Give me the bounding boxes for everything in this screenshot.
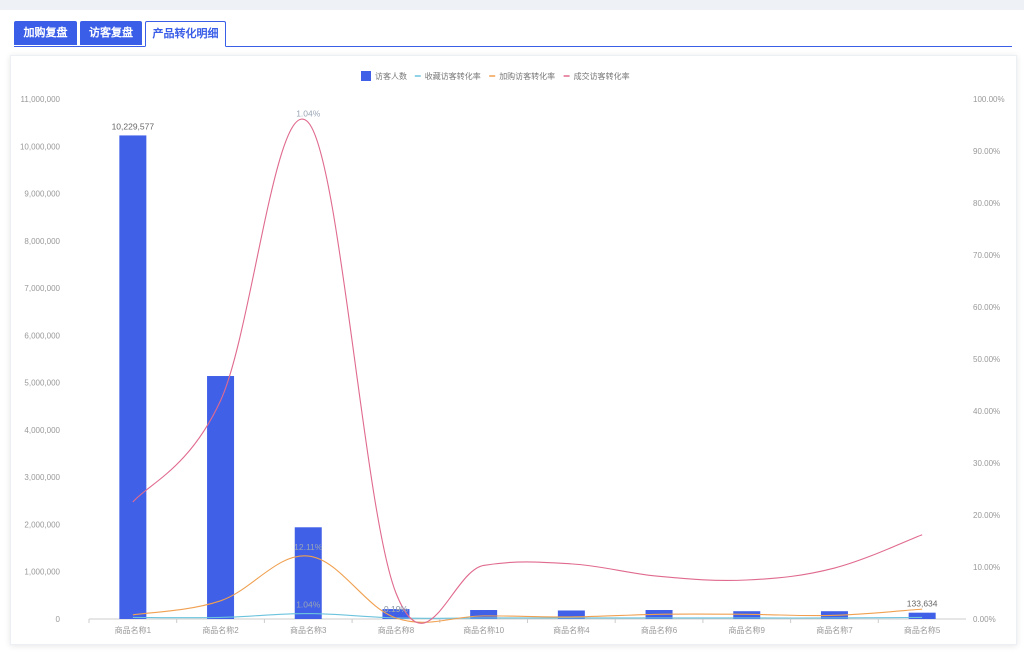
y-left-tick-label: 11,000,000 <box>21 95 61 104</box>
bar-series <box>119 135 936 620</box>
legend-swatch <box>361 71 371 81</box>
y-left-tick-label: 6,000,000 <box>24 331 60 340</box>
axes: 0 1,000,000 2,000,000 3,000,000 4,000,000 5,0… <box>20 95 1005 635</box>
combo-chart: 0 1,000,000 2,000,000 3,000,000 4,000,000 5,0… <box>20 71 1005 635</box>
legend[interactable]: 访客人数 收藏访客转化率 加购访客转化率 成交访客转化率 <box>361 71 630 81</box>
y-left-tick-label: 10,000,000 <box>20 142 61 151</box>
x-tick-label: 商品名称4 <box>553 625 590 635</box>
y-right-tick-label: 40.00% <box>973 407 1000 416</box>
x-tick-label: 商品名称7 <box>816 625 853 635</box>
bar <box>207 376 235 619</box>
y-right-tick-label: 0.00% <box>973 615 996 624</box>
y-left-tick-label: 1,000,000 <box>24 568 60 577</box>
chart-panel: 0 1,000,000 2,000,000 3,000,000 4,000,000 5,0… <box>10 55 1017 645</box>
data-label: 10,229,577 <box>112 121 155 131</box>
data-labels: 10,229,577133,6341.04%12.11%1.04% 0.19%0.… <box>112 108 938 614</box>
y-left-tick-label: 3,000,000 <box>24 473 60 482</box>
legend-label: 加购访客转化率 <box>499 71 555 81</box>
y-left-tick-label: 9,000,000 <box>24 190 60 199</box>
x-tick-label: 商品名称9 <box>729 625 766 635</box>
y-right-tick-label: 60.00% <box>973 303 1000 312</box>
line-series <box>132 118 923 624</box>
y-left-tick-label: 2,000,000 <box>24 520 60 529</box>
y-right-tick-label: 20.00% <box>973 511 1000 520</box>
tab-visitor-review[interactable]: 访客复盘 <box>80 21 142 45</box>
y-left-tick-label: 7,000,000 <box>24 284 60 293</box>
y-right-tick-label: 90.00% <box>973 147 1000 156</box>
y-right-tick-label: 70.00% <box>973 251 1000 260</box>
y-right-tick-label: 50.00% <box>973 355 1000 364</box>
data-label: 1.04% <box>296 600 321 610</box>
data-label: 12.11% <box>294 542 323 552</box>
data-label: 0.19% <box>384 604 409 614</box>
y-right-tick-label: 30.00% <box>973 459 1000 468</box>
y-right-tick-label: 80.00% <box>973 199 1000 208</box>
tab-bar: 加购复盘 访客复盘 产品转化明细 <box>14 21 1012 47</box>
bar <box>908 612 936 619</box>
x-tick-label: 商品名称8 <box>378 625 415 635</box>
y-left-tick-label: 5,000,000 <box>24 379 60 388</box>
data-label: 1.04% <box>296 108 321 118</box>
legend-label: 访客人数 <box>375 71 407 81</box>
y-left-tick-label: 0 <box>56 615 61 624</box>
tab-cart-review[interactable]: 加购复盘 <box>14 21 77 45</box>
y-left-tick-label: 4,000,000 <box>24 426 60 435</box>
bar <box>119 135 147 620</box>
data-label: 133,634 <box>907 599 938 609</box>
series-line <box>132 118 923 624</box>
legend-label: 收藏访客转化率 <box>425 71 481 81</box>
page: 加购复盘 访客复盘 产品转化明细 0 1,000,000 2,000,000 3,00… <box>0 10 1024 654</box>
legend-label: 成交访客转化率 <box>574 71 630 81</box>
x-tick-label: 商品名称5 <box>904 625 941 635</box>
x-tick-label: 商品名称6 <box>641 625 678 635</box>
tab-product-conversion[interactable]: 产品转化明细 <box>145 21 226 47</box>
y-left-tick-label: 8,000,000 <box>24 237 60 246</box>
x-tick-label: 商品名称1 <box>115 625 152 635</box>
series-line <box>132 555 923 623</box>
y-right-tick-label: 100.00% <box>973 95 1005 104</box>
x-tick-label: 商品名称2 <box>202 625 239 635</box>
x-tick-label: 商品名称3 <box>290 625 327 635</box>
x-tick-label: 商品名称10 <box>463 625 504 635</box>
y-right-tick-label: 10.00% <box>973 563 1000 572</box>
